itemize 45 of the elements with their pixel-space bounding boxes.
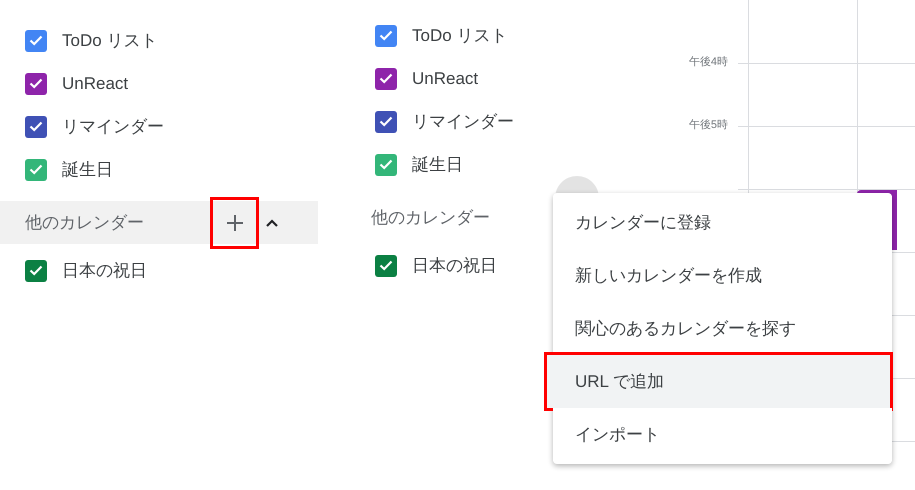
checkbox[interactable]	[375, 110, 397, 132]
menu-item[interactable]: インポート	[553, 408, 892, 461]
checkbox[interactable]	[25, 30, 47, 52]
time-label: 午後5時	[688, 118, 728, 132]
calendar-label: リマインダー	[412, 111, 514, 133]
calendar-label: 誕生日	[412, 154, 463, 176]
time-label: 午後4時	[688, 55, 728, 69]
checkbox[interactable]	[375, 154, 397, 176]
checkbox[interactable]	[25, 116, 47, 138]
plus-icon	[226, 214, 244, 232]
calendar-label: UnReact	[62, 74, 128, 94]
check-icon	[379, 159, 393, 170]
checkbox[interactable]	[25, 72, 47, 94]
check-icon	[29, 164, 43, 175]
checkbox[interactable]	[25, 158, 47, 180]
calendar-label: ToDo リスト	[412, 25, 508, 47]
checkbox[interactable]	[25, 260, 47, 282]
calendar-label: UnReact	[412, 68, 478, 88]
grid-cell	[857, 126, 915, 189]
check-icon	[29, 35, 43, 46]
calendar-label: 日本の祝日	[412, 255, 497, 277]
menu-item[interactable]: URL で追加	[547, 355, 890, 408]
menu-item[interactable]: 新しいカレンダーを作成	[553, 249, 892, 302]
section-title: 他のカレンダー	[25, 212, 145, 234]
chevron-icon	[265, 218, 279, 228]
check-icon	[29, 78, 43, 89]
check-icon	[29, 265, 43, 276]
calendar-label: 日本の祝日	[62, 260, 147, 282]
checkbox[interactable]	[375, 24, 397, 46]
add-button[interactable]	[210, 196, 259, 248]
collapse-button[interactable]	[265, 218, 279, 228]
menu-item[interactable]: カレンダーに登録	[553, 196, 892, 249]
calendar-label: ToDo リスト	[62, 30, 158, 52]
checkbox[interactable]	[375, 254, 397, 276]
calendar-label: リマインダー	[62, 116, 164, 138]
check-icon	[379, 260, 393, 271]
check-icon	[29, 121, 43, 132]
check-icon	[379, 116, 393, 127]
calendar-label: 誕生日	[62, 159, 113, 181]
menu-item[interactable]: 関心のあるカレンダーを探す	[553, 302, 892, 355]
check-icon	[379, 30, 393, 41]
checkbox[interactable]	[375, 68, 397, 90]
section-title: 他のカレンダー	[371, 207, 491, 229]
grid-cell	[857, 63, 915, 126]
check-icon	[379, 73, 393, 84]
